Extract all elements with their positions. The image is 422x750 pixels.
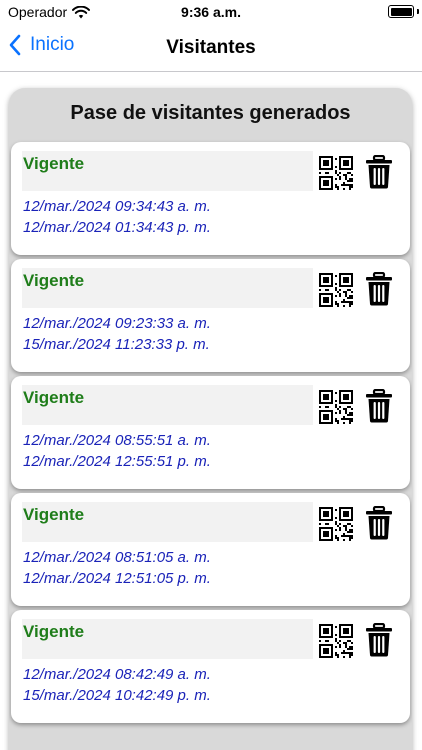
status-box: Vigente	[22, 268, 313, 308]
pass-list: Vigente 12/mar./2024 09:34:43 a. m. 12/m…	[11, 142, 410, 727]
pass-start-date: 12/mar./2024 08:42:49 a. m.	[23, 666, 211, 683]
pass-end-date: 12/mar./2024 01:34:43 p. m.	[23, 219, 211, 236]
pass-card[interactable]: Vigente 12/mar./2024 08:55:51 a. m. 12/m…	[11, 376, 410, 489]
panel-title: Pase de visitantes generados	[70, 102, 351, 124]
pass-end-date: 12/mar./2024 12:55:51 p. m.	[23, 453, 211, 470]
pass-start-date: 12/mar./2024 09:34:43 a. m.	[23, 198, 211, 215]
pass-start-date: 12/mar./2024 09:23:33 a. m.	[23, 315, 211, 332]
status-box: Vigente	[22, 502, 313, 542]
qr-code-icon[interactable]	[319, 390, 353, 424]
pass-card[interactable]: Vigente 12/mar./2024 09:23:33 a. m. 15/m…	[11, 259, 410, 372]
pass-status: Vigente	[23, 505, 85, 524]
trash-icon[interactable]	[365, 506, 393, 540]
navigation-bar: Inicio Visitantes	[0, 24, 422, 72]
trash-icon[interactable]	[365, 155, 393, 189]
qr-code-icon[interactable]	[319, 507, 353, 541]
pass-status: Vigente	[23, 154, 85, 173]
pass-card[interactable]: Vigente 12/mar./2024 09:34:43 a. m. 12/m…	[11, 142, 410, 255]
pass-status: Vigente	[23, 388, 85, 407]
battery-icon	[388, 5, 414, 18]
pass-status: Vigente	[23, 622, 85, 641]
status-box: Vigente	[22, 619, 313, 659]
page-title: Visitantes	[166, 37, 256, 58]
pass-end-date: 12/mar./2024 12:51:05 p. m.	[23, 570, 211, 587]
pass-end-date: 15/mar./2024 10:42:49 p. m.	[23, 687, 211, 704]
status-box: Vigente	[22, 385, 313, 425]
pass-end-date: 15/mar./2024 11:23:33 p. m.	[23, 336, 210, 353]
status-time: 9:36 a.m.	[181, 4, 241, 20]
qr-code-icon[interactable]	[319, 624, 353, 658]
trash-icon[interactable]	[365, 623, 393, 657]
status-box: Vigente	[22, 151, 313, 191]
trash-icon[interactable]	[365, 272, 393, 306]
visitor-pass-panel: Pase de visitantes generados Vigente 12/…	[9, 88, 412, 750]
qr-code-icon[interactable]	[319, 156, 353, 190]
pass-card[interactable]: Vigente 12/mar./2024 08:42:49 a. m. 15/m…	[11, 610, 410, 723]
status-bar: Operador 9:36 a.m.	[0, 0, 422, 24]
pass-card[interactable]: Vigente 12/mar./2024 08:51:05 a. m. 12/m…	[11, 493, 410, 606]
pass-status: Vigente	[23, 271, 85, 290]
battery-tip	[417, 9, 419, 14]
pass-start-date: 12/mar./2024 08:51:05 a. m.	[23, 549, 211, 566]
trash-icon[interactable]	[365, 389, 393, 423]
qr-code-icon[interactable]	[319, 273, 353, 307]
pass-start-date: 12/mar./2024 08:55:51 a. m.	[23, 432, 211, 449]
